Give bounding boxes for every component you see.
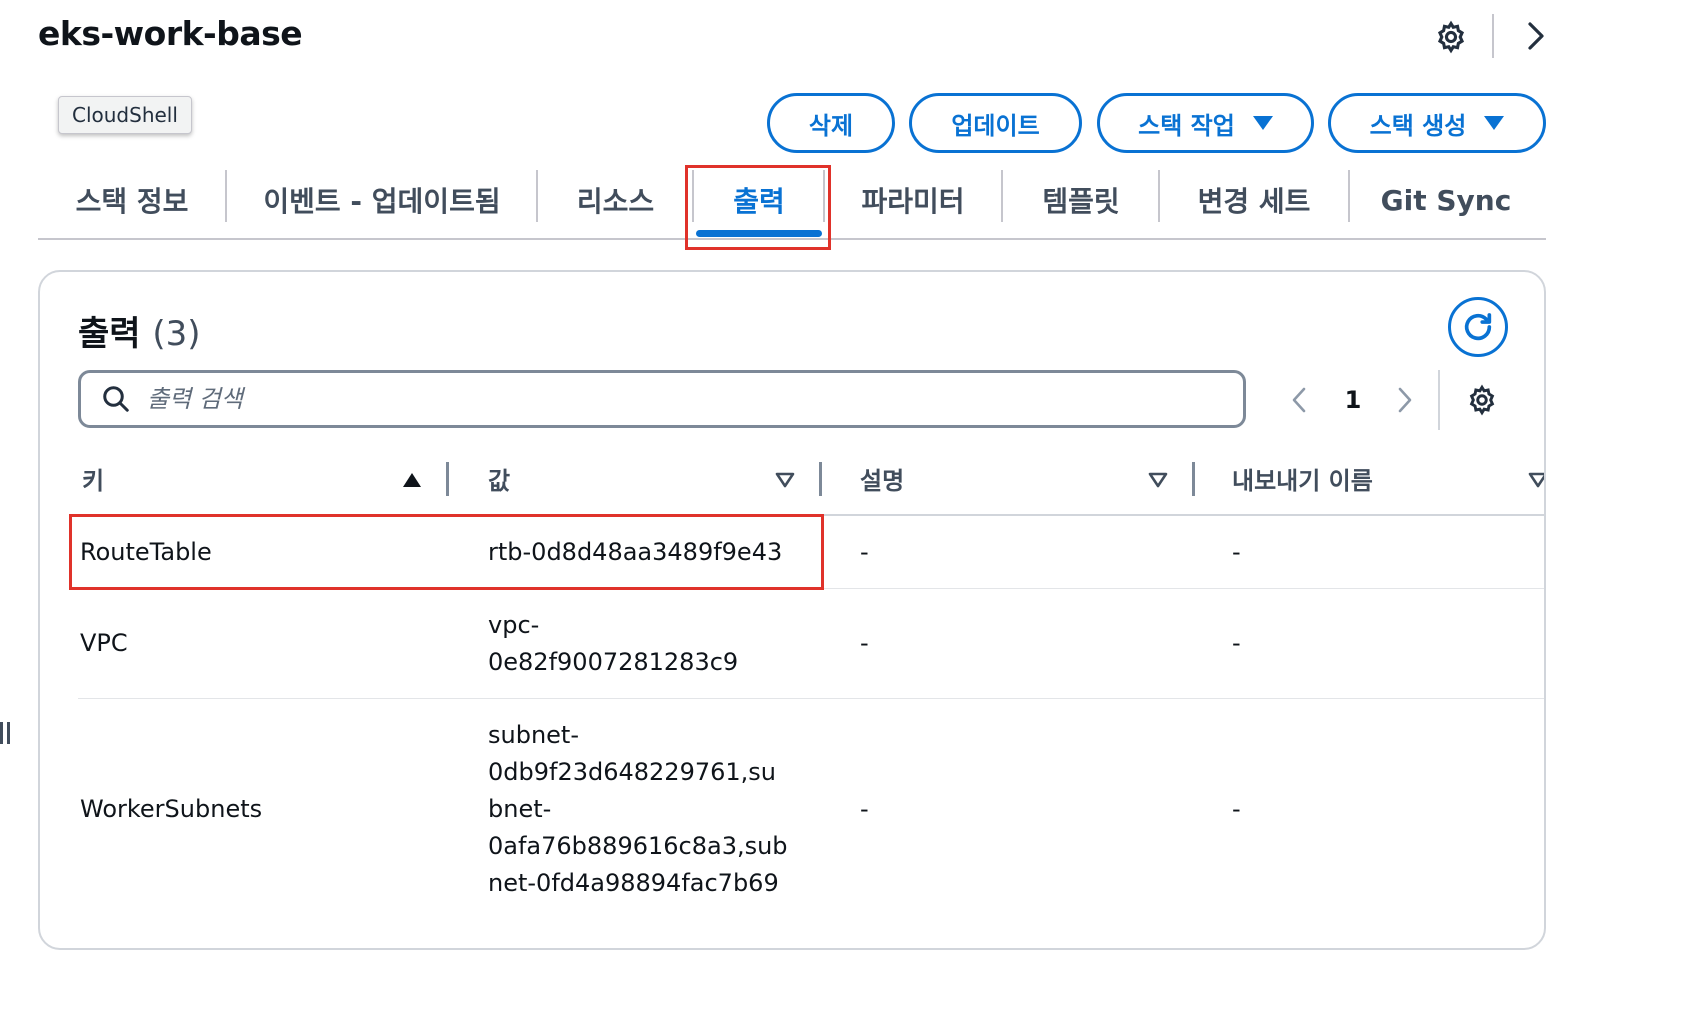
cell-value: vpc- 0e82f9007281283c9: [488, 611, 739, 676]
stack-actions-label: 스택 작업: [1138, 111, 1235, 140]
delete-button[interactable]: 삭제: [767, 93, 895, 153]
tab-change-sets[interactable]: 변경 세트: [1160, 162, 1348, 238]
column-resizer[interactable]: [1192, 462, 1195, 496]
column-resizer[interactable]: [446, 462, 449, 496]
outputs-title: 출력: [78, 314, 141, 354]
caret-down-icon: [1252, 116, 1273, 130]
delete-button-label: 삭제: [808, 111, 854, 140]
cell-description: -: [860, 795, 869, 823]
cell-export-name: -: [1232, 795, 1241, 823]
table-settings-gear-icon[interactable]: [1462, 380, 1502, 420]
cell-value: subnet- 0db9f23d648229761,su bnet- 0afa7…: [488, 721, 788, 897]
pager-divider: [1438, 370, 1440, 430]
annotation-highlight-outputs-tab: [685, 165, 831, 250]
sort-descending-icon[interactable]: [1526, 468, 1544, 492]
search-icon: [103, 386, 129, 412]
column-header-value[interactable]: 값: [488, 448, 768, 508]
column-header-description[interactable]: 설명: [860, 448, 1140, 508]
tab-stack-info[interactable]: 스택 정보: [38, 162, 226, 238]
row-divider: [78, 698, 1544, 699]
tab-git-sync[interactable]: Git Sync: [1350, 162, 1542, 238]
sort-descending-icon[interactable]: [1146, 468, 1170, 492]
update-button-label: 업데이트: [951, 111, 1040, 140]
update-button[interactable]: 업데이트: [909, 93, 1082, 153]
cell-export-name: -: [1232, 538, 1241, 566]
stack-actions-dropdown[interactable]: 스택 작업: [1097, 93, 1314, 153]
tab-template[interactable]: 템플릿: [1003, 162, 1159, 238]
preferences-gear-icon[interactable]: [1428, 14, 1474, 60]
search-box[interactable]: [78, 370, 1246, 428]
sort-ascending-icon[interactable]: [400, 468, 424, 492]
sort-descending-icon[interactable]: [773, 468, 797, 492]
stack-title: eks-work-base: [38, 14, 303, 53]
cell-key: WorkerSubnets: [80, 795, 263, 823]
cell-description: -: [860, 629, 869, 657]
search-input[interactable]: [147, 385, 1147, 413]
create-stack-dropdown[interactable]: 스택 생성: [1328, 93, 1546, 153]
cloudshell-tooltip: CloudShell: [58, 96, 192, 134]
outputs-panel: 출력 (3) 1 키 값 설명: [38, 270, 1546, 950]
chevron-right-icon[interactable]: [1516, 14, 1556, 58]
outputs-count: (3): [152, 314, 201, 354]
tab-parameters[interactable]: 파라미터: [825, 162, 1001, 238]
chevron-right-icon[interactable]: [1390, 382, 1420, 418]
create-stack-label: 스택 생성: [1369, 111, 1467, 140]
refresh-button[interactable]: [1448, 297, 1508, 357]
cell-export-name: -: [1232, 629, 1241, 657]
tab-resources[interactable]: 리소스: [538, 162, 693, 238]
drag-handle-icon[interactable]: [0, 722, 14, 746]
column-header-export-name[interactable]: 내보내기 이름: [1232, 448, 1502, 508]
column-resizer[interactable]: [819, 462, 822, 496]
cell-key: VPC: [80, 629, 128, 657]
panel-title: 출력 (3): [78, 306, 201, 355]
caret-down-icon: [1484, 116, 1505, 130]
page-number[interactable]: 1: [1336, 380, 1370, 420]
tab-events[interactable]: 이벤트 - 업데이트됨: [227, 162, 537, 238]
header-divider: [1492, 14, 1494, 58]
column-header-key[interactable]: 키: [82, 448, 382, 508]
refresh-icon: [1464, 313, 1492, 341]
annotation-highlight-routetable-row: [69, 514, 824, 590]
chevron-left-icon[interactable]: [1284, 382, 1314, 418]
cell-description: -: [860, 538, 869, 566]
